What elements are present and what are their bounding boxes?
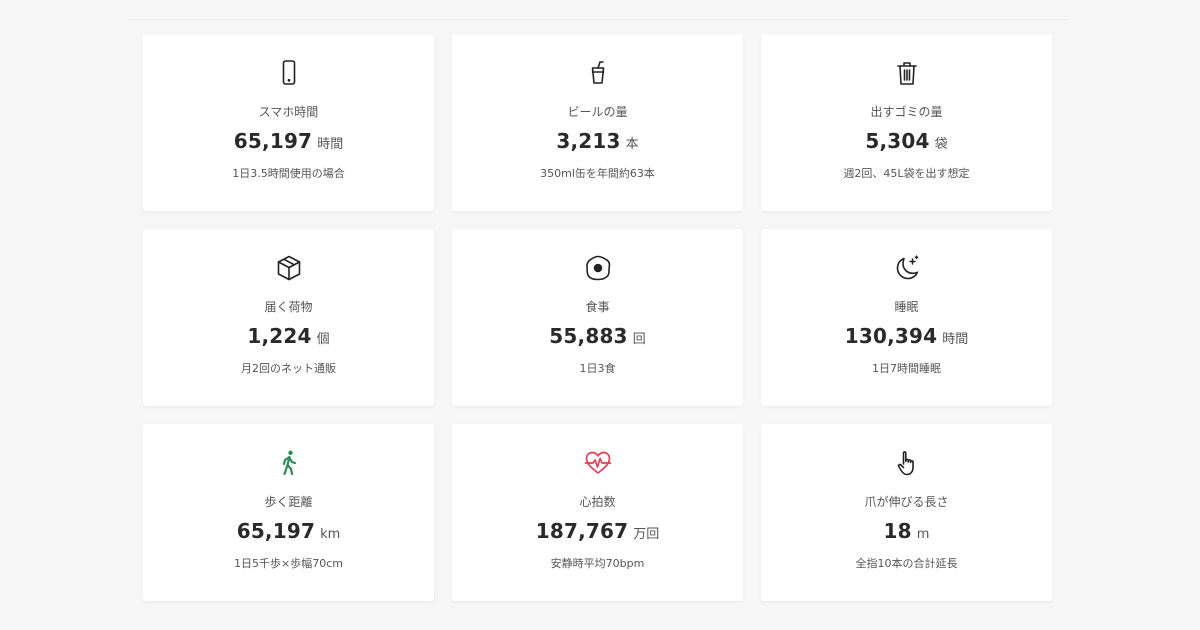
stat-label: 出すゴミの量	[870, 105, 943, 119]
stat-unit: 万回	[633, 527, 660, 542]
stat-note: 全指10本の合計延長	[855, 557, 958, 570]
stat-value-row: 3,213 本	[556, 129, 638, 157]
stat-card-garbage: 出すゴミの量 5,304 袋 週2回、45L袋を出す想定	[761, 34, 1052, 211]
stats-grid: スマホ時間 65,197 時間 1日3.5時間使用の場合 ビールの量 3,213…	[143, 34, 1052, 601]
stat-card-packages: 届く荷物 1,224 個 月2回のネット通販	[143, 229, 434, 406]
stat-value: 5,304	[865, 129, 930, 153]
stat-label: 届く荷物	[264, 300, 313, 314]
stat-value-row: 187,767 万回	[536, 519, 660, 547]
stat-unit: 本	[625, 137, 639, 152]
stat-note: 1日5千歩×歩幅70cm	[234, 557, 343, 570]
stat-unit: 時間	[317, 137, 344, 152]
drink-cup-icon	[583, 58, 613, 88]
stat-label: 心拍数	[579, 495, 616, 509]
stat-card-walking: 歩く距離 65,197 km 1日5千歩×歩幅70cm	[143, 424, 434, 601]
stat-value: 55,883	[549, 324, 628, 348]
stat-label: スマホ時間	[258, 105, 319, 119]
stat-unit: 袋	[934, 137, 948, 152]
stat-label: 歩く距離	[264, 495, 313, 509]
fried-egg-icon	[583, 253, 613, 283]
stat-value-row: 65,197 km	[237, 519, 341, 547]
stat-value-row: 1,224 個	[247, 324, 329, 352]
stat-unit: m	[916, 527, 930, 542]
stat-unit: 回	[632, 332, 646, 347]
moon-stars-icon	[892, 253, 922, 283]
stat-card-sleep: 睡眠 130,394 時間 1日7時間睡眠	[761, 229, 1052, 406]
stat-label: 食事	[585, 300, 610, 314]
stat-value: 1,224	[247, 324, 312, 348]
walking-person-icon	[274, 448, 304, 478]
stat-value: 65,197	[233, 129, 313, 153]
stat-note: 週2回、45L袋を出す想定	[843, 167, 970, 180]
stat-value: 18	[883, 519, 912, 543]
pointing-hand-icon	[892, 448, 922, 478]
stat-card-nails: 爪が伸びる長さ 18 m 全指10本の合計延長	[761, 424, 1052, 601]
stat-note: 安静時平均70bpm	[550, 557, 645, 570]
package-box-icon	[274, 253, 304, 283]
stat-value-row: 18 m	[884, 519, 930, 547]
stat-label: ビールの量	[567, 105, 628, 119]
stat-note: 1日3食	[579, 362, 616, 375]
stat-note: 月2回のネット通販	[241, 362, 336, 375]
stat-unit: 個	[316, 332, 330, 347]
stat-value-row: 55,883 回	[549, 324, 645, 352]
stat-value: 130,394	[844, 324, 938, 348]
stat-value-row: 5,304 袋	[865, 129, 947, 157]
stat-card-meals: 食事 55,883 回 1日3食	[452, 229, 743, 406]
stat-unit: 時間	[942, 332, 969, 347]
stat-value-row: 130,394 時間	[845, 324, 969, 352]
stat-value-row: 65,197 時間	[234, 129, 343, 157]
stat-label: 睡眠	[894, 300, 919, 314]
stat-value: 187,767	[535, 519, 629, 543]
top-divider	[128, 19, 1068, 20]
stat-note: 350ml缶を年間約63本	[540, 167, 655, 180]
smartphone-icon	[274, 58, 304, 88]
stat-card-heartbeats: 心拍数 187,767 万回 安静時平均70bpm	[452, 424, 743, 601]
stat-unit: km	[320, 527, 341, 542]
stat-note: 1日7時間睡眠	[872, 362, 941, 375]
stat-card-smartphone: スマホ時間 65,197 時間 1日3.5時間使用の場合	[143, 34, 434, 211]
stat-label: 爪が伸びる長さ	[864, 495, 949, 509]
stat-value: 3,213	[556, 129, 621, 153]
heart-pulse-icon	[583, 448, 613, 478]
trash-icon	[892, 58, 922, 88]
stat-note: 1日3.5時間使用の場合	[232, 167, 345, 180]
stat-value: 65,197	[236, 519, 316, 543]
stat-card-beer: ビールの量 3,213 本 350ml缶を年間約63本	[452, 34, 743, 211]
